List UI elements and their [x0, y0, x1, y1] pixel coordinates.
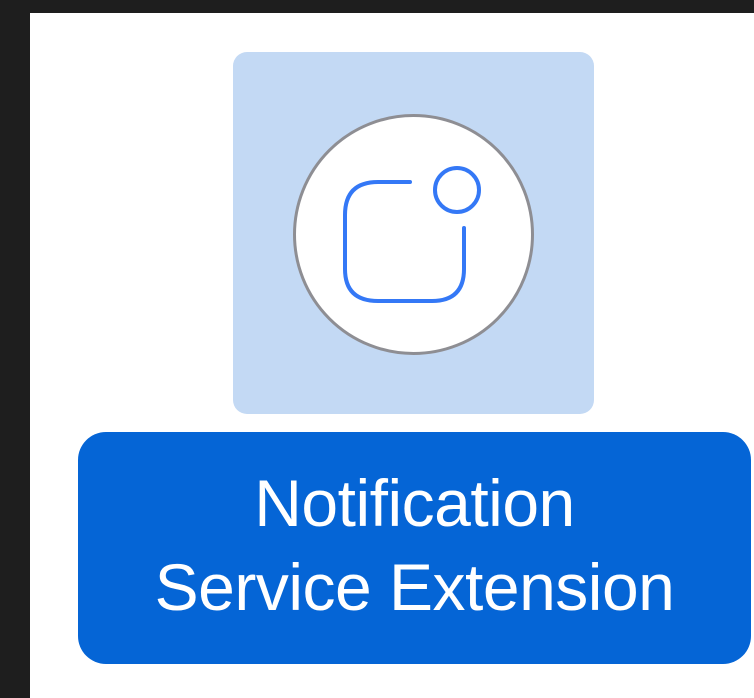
- notification-badge-icon: [292, 113, 535, 356]
- template-item-label-line-2: Service Extension: [154, 550, 675, 624]
- window-background: Notification Service Extension: [0, 0, 754, 698]
- template-item-label-line-1: Notification: [254, 466, 575, 540]
- template-item-label[interactable]: Notification Service Extension: [78, 432, 751, 664]
